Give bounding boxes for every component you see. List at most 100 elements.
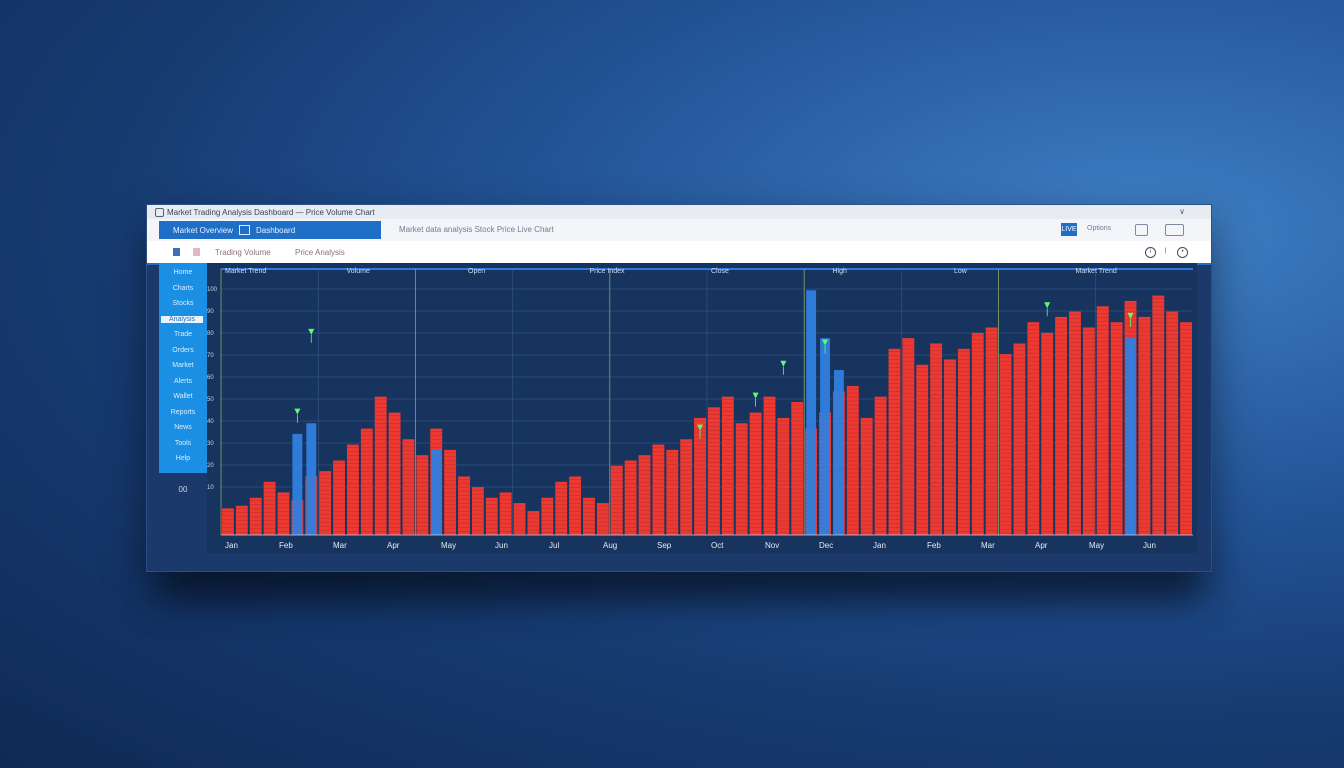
- sidebar-item-help[interactable]: Help: [159, 455, 207, 462]
- live-button[interactable]: LIVE: [1061, 223, 1077, 236]
- volume-bar: [374, 396, 387, 535]
- chevron-down-icon[interactable]: ∨: [1179, 207, 1185, 216]
- volume-bar: [1152, 295, 1165, 535]
- chart-svg: 100 90 80 70 60 50 40 30 20 10 Market Trend Volume O…: [207, 268, 1193, 550]
- settings-icon[interactable]: •: [1177, 247, 1188, 258]
- volume-bar: [1069, 311, 1081, 535]
- sidebar-footer: 00: [178, 485, 188, 494]
- x-tick-label: Feb: [279, 541, 293, 550]
- y-tick-label: 10: [207, 485, 214, 491]
- volume-bar: [1041, 332, 1054, 535]
- price-bar: [292, 433, 303, 535]
- x-tick-label: Feb: [927, 541, 941, 550]
- volume-bar: [555, 481, 568, 535]
- price-bar: [806, 290, 817, 535]
- window-icon[interactable]: [1135, 224, 1148, 236]
- breadcrumb: Market data analysis Stock Price Live Ch…: [399, 225, 554, 234]
- volume-bar: [402, 439, 415, 535]
- volume-bar: [721, 396, 734, 535]
- y-tick-label: 30: [207, 441, 214, 447]
- sidebar-item-tools[interactable]: Tools: [159, 440, 207, 447]
- sidebar-item-trade[interactable]: Trade: [159, 331, 207, 338]
- subtab-trading-volume[interactable]: Trading Volume: [215, 248, 271, 257]
- volume-bar: [583, 497, 595, 535]
- volume-bar: [499, 492, 512, 535]
- volume-bar: [1027, 322, 1040, 535]
- volume-bar: [971, 332, 984, 535]
- subtab-price-analysis[interactable]: Price Analysis: [295, 248, 345, 257]
- volume-bar: [944, 359, 956, 535]
- price-volume-chart[interactable]: 100 90 80 70 60 50 40 30 20 10 Market Trend Volume O…: [207, 263, 1197, 553]
- tab-second-label: Dashboard: [256, 225, 296, 235]
- x-tick-label: Jun: [1143, 541, 1156, 550]
- volume-bar: [791, 402, 804, 535]
- volume-bar: [444, 449, 457, 535]
- tab-market-overview[interactable]: Market Overview Dashboard: [159, 221, 381, 239]
- volume-bar: [263, 481, 276, 535]
- price-bar: [431, 449, 442, 535]
- volume-bar: [458, 476, 470, 535]
- toolbar: Market Overview Dashboard Market data an…: [147, 219, 1211, 242]
- volume-bar: [360, 428, 373, 535]
- signal-marker: [1044, 302, 1051, 309]
- x-tick-label: Sep: [657, 541, 672, 550]
- x-tick-label: Apr: [387, 541, 400, 550]
- bookmark-icon[interactable]: [193, 248, 200, 256]
- layout-icon[interactable]: [1165, 224, 1184, 236]
- options-label[interactable]: Options: [1087, 225, 1111, 232]
- y-tick-label: 50: [207, 397, 214, 403]
- chart-header-label: Price Index: [590, 268, 626, 275]
- price-bar: [833, 370, 844, 535]
- sidebar-item-analysis[interactable]: Analysis: [161, 315, 203, 323]
- x-tick-label: Oct: [711, 541, 724, 550]
- chart-header-label: Market Trend: [225, 268, 266, 275]
- menu-icon[interactable]: [173, 248, 180, 256]
- volume-bar: [957, 348, 970, 535]
- x-tick-label: Mar: [333, 541, 347, 550]
- tab-label: Market Overview: [173, 225, 234, 235]
- x-tick-label: Aug: [603, 541, 617, 550]
- y-tick-label: 90: [207, 309, 214, 315]
- y-tick-label: 70: [207, 353, 214, 359]
- volume-bar: [652, 444, 665, 535]
- volume-bar: [860, 417, 873, 535]
- x-tick-label: May: [1089, 541, 1104, 550]
- app-window: Market Trading Analysis Dashboard — Pric…: [146, 204, 1212, 572]
- chart-header-label: High: [833, 268, 848, 275]
- pin-icon[interactable]: |: [1161, 247, 1170, 256]
- price-bar: [1125, 338, 1136, 535]
- volume-bar: [569, 476, 582, 535]
- window-title: Market Trading Analysis Dashboard — Pric…: [167, 207, 375, 217]
- volume-bar: [638, 455, 651, 535]
- y-tick-label: 100: [207, 287, 218, 293]
- sidebar-item-reports[interactable]: Reports: [159, 409, 207, 416]
- sidebar-item-market[interactable]: Market: [159, 362, 207, 369]
- sidebar-item-news[interactable]: News: [159, 424, 207, 431]
- volume-bar: [1055, 316, 1068, 535]
- info-icon[interactable]: i: [1145, 247, 1156, 258]
- sidebar-item-wallet[interactable]: Wallet: [159, 393, 207, 400]
- volume-bar: [235, 505, 248, 535]
- price-bar: [306, 423, 317, 535]
- volume-bar: [874, 396, 887, 535]
- volume-bar: [1110, 322, 1123, 535]
- sidebar-item-home[interactable]: Home: [159, 269, 207, 276]
- signal-marker: [308, 328, 315, 335]
- price-bar: [820, 338, 830, 535]
- volume-bar: [388, 412, 401, 535]
- sidebar-item-stocks[interactable]: Stocks: [159, 300, 207, 307]
- signal-marker: [752, 392, 759, 399]
- volume-bar: [1166, 311, 1179, 535]
- sidebar-item-alerts[interactable]: Alerts: [159, 378, 207, 385]
- volume-bar: [846, 386, 859, 535]
- sidebar-item-orders[interactable]: Orders: [159, 347, 207, 354]
- x-tick-label: Mar: [981, 541, 995, 550]
- x-tick-label: Nov: [765, 541, 779, 550]
- volume-bar: [1096, 306, 1109, 535]
- sidebar-item-charts[interactable]: Charts: [159, 285, 207, 292]
- volume-bar: [916, 364, 929, 535]
- volume-bar: [1138, 316, 1151, 535]
- document-icon: [239, 225, 251, 235]
- volume-bar: [888, 348, 901, 535]
- x-tick-label: May: [441, 541, 456, 550]
